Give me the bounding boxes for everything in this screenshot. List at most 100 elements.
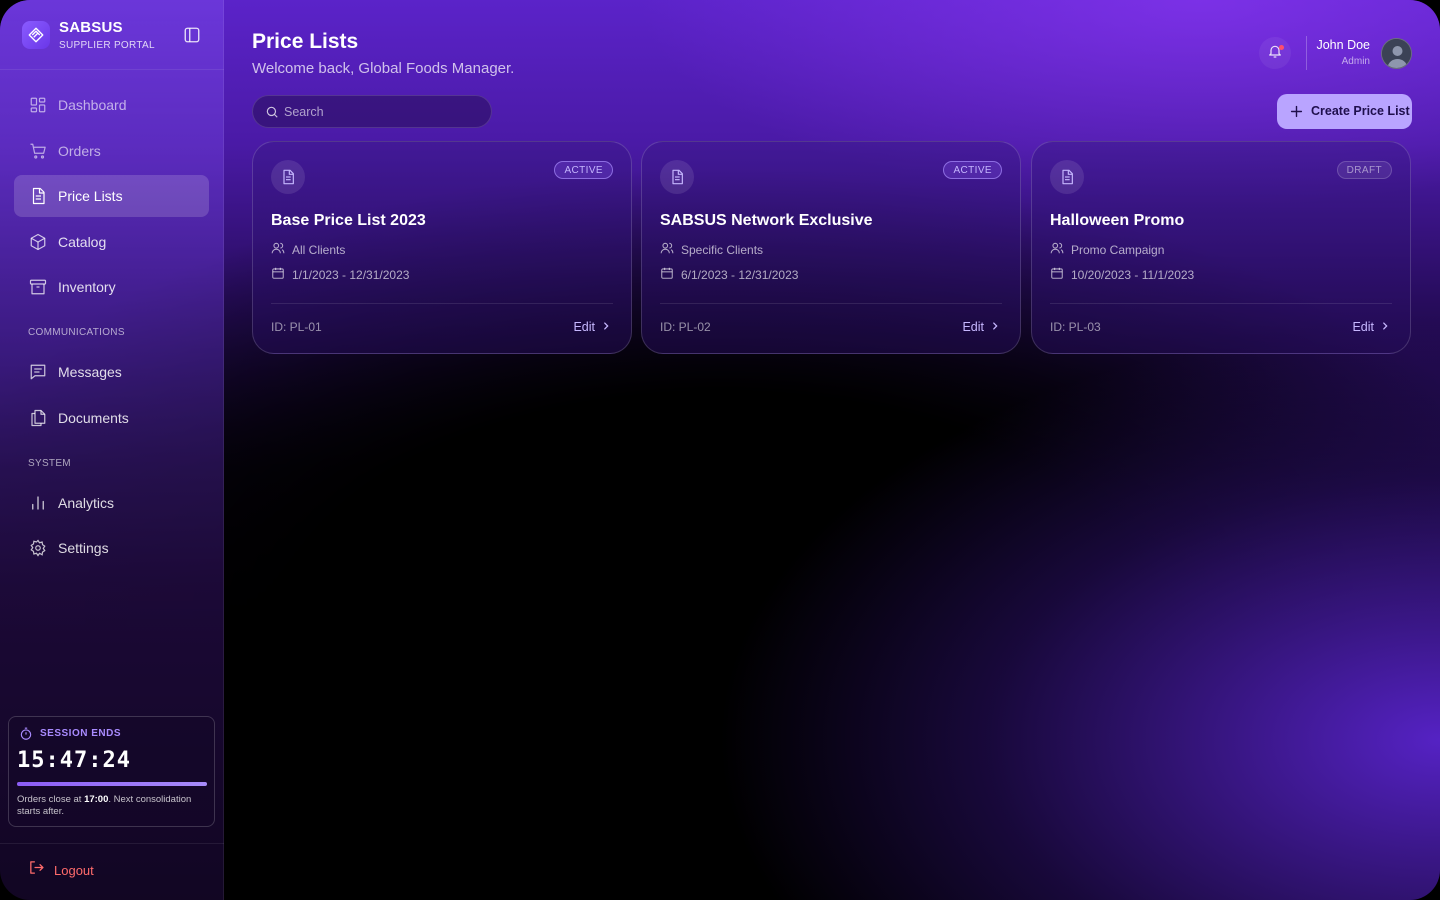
edit-label: Edit [1352,320,1374,334]
cube-icon [29,233,47,251]
card-audience-label: Specific Clients [681,243,764,257]
divider [660,303,1002,304]
edit-label: Edit [573,320,595,334]
sidebar-item-label: Catalog [58,234,107,250]
message-icon [29,363,47,381]
session-progress-bar [17,782,207,786]
session-note-prefix: Orders close at [17,794,85,805]
card-title: SABSUS Network Exclusive [660,212,873,229]
grid-icon [29,96,47,114]
sidebar-item-inventory[interactable]: Inventory [14,266,209,308]
create-price-list-button[interactable]: Create Price List [1277,94,1412,129]
user-role: Admin [1341,56,1370,67]
plus-icon [1290,105,1303,118]
archive-icon [29,278,47,296]
calendar-icon [660,266,674,285]
card-audience: Promo Campaign [1050,242,1164,258]
calendar-icon [1050,266,1064,285]
chevron-right-icon [601,318,611,336]
sidebar-item-label: Orders [58,143,101,159]
user-avatar-icon [1382,39,1411,68]
search-input[interactable] [284,96,484,127]
users-icon [660,241,674,260]
sidebar-item-label: Settings [58,540,109,556]
sidebar-item-dashboard[interactable]: Dashboard [14,84,209,126]
search-bar[interactable] [252,95,492,128]
status-badge: ACTIVE [554,161,613,179]
sidebar-item-label: Analytics [58,495,115,511]
sidebar-toggle-icon[interactable] [183,26,201,44]
divider [0,843,224,844]
session-timer-card: SESSION ENDS 15:47:24 Orders close at 17… [8,716,215,827]
document-icon [271,160,305,194]
edit-link[interactable]: Edit [1352,319,1390,335]
brand-header: SABSUS SUPPLIER PORTAL [0,0,224,70]
cart-icon [29,142,47,160]
users-icon [271,241,285,260]
user-name[interactable]: John Doe [1316,38,1370,52]
sidebar-item-documents[interactable]: Documents [14,397,209,439]
sidebar-item-settings[interactable]: Settings [14,527,209,569]
divider [1306,36,1307,70]
session-countdown: 15:47:24 [17,748,131,773]
card-id: ID: PL-02 [660,320,711,334]
avatar[interactable] [1381,38,1412,69]
card-dates: 6/1/2023 - 12/31/2023 [660,267,798,283]
card-id: ID: PL-03 [1050,320,1101,334]
app-window: SABSUS SUPPLIER PORTAL Dashboard Orders … [0,0,1440,900]
card-dates-label: 10/20/2023 - 11/1/2023 [1071,268,1195,282]
card-id: ID: PL-01 [271,320,322,334]
sidebar-item-orders[interactable]: Orders [14,130,209,172]
document-icon [29,187,47,205]
document-icon [1050,160,1084,194]
sidebar-item-catalog[interactable]: Catalog [14,221,209,263]
card-dates-label: 6/1/2023 - 12/31/2023 [681,268,799,282]
gear-icon [29,539,47,557]
page-title: Price Lists [252,30,359,53]
price-list-card[interactable]: DRAFT Halloween Promo Promo Campaign 10/… [1031,141,1411,354]
sidebar-item-label: Price Lists [58,188,123,204]
sidebar-item-messages[interactable]: Messages [14,351,209,393]
sidebar-item-label: Dashboard [58,97,127,113]
price-list-card[interactable]: ACTIVE Base Price List 2023 All Clients … [252,141,632,354]
card-audience-label: Promo Campaign [1071,243,1165,257]
bar-chart-icon [29,494,47,512]
sidebar-item-label: Inventory [58,279,116,295]
logout-button[interactable]: Logout [28,861,94,879]
status-badge: DRAFT [1336,161,1392,179]
sidebar-item-price-lists[interactable]: Price Lists [14,175,209,217]
card-dates: 1/1/2023 - 12/31/2023 [271,267,409,283]
brand-subtitle: SUPPLIER PORTAL [59,40,155,51]
chevron-right-icon [1380,318,1390,336]
card-title: Halloween Promo [1050,212,1185,229]
search-icon [265,105,279,119]
session-note: Orders close at 17:00. Next consolidatio… [17,794,207,818]
timer-icon [19,727,33,741]
users-icon [1050,241,1064,260]
sidebar: SABSUS SUPPLIER PORTAL Dashboard Orders … [0,0,224,900]
page-subtitle: Welcome back, Global Foods Manager. [252,60,515,77]
session-progress-fill [17,782,207,786]
card-audience-label: All Clients [292,243,346,257]
card-title: Base Price List 2023 [271,212,426,229]
brand-name: SABSUS [59,19,123,36]
notifications-button[interactable] [1259,37,1291,69]
card-audience: Specific Clients [660,242,763,258]
edit-link[interactable]: Edit [573,319,611,335]
sidebar-item-label: Documents [58,410,129,426]
price-list-card[interactable]: ACTIVE SABSUS Network Exclusive Specific… [641,141,1021,354]
sidebar-item-analytics[interactable]: Analytics [14,482,209,524]
files-icon [29,409,47,427]
status-badge: ACTIVE [943,161,1002,179]
sidebar-item-label: Messages [58,364,122,380]
logout-icon [28,859,45,881]
edit-link[interactable]: Edit [962,319,1000,335]
chevron-right-icon [990,318,1000,336]
session-close-time: 17:00 [84,794,109,805]
divider [271,303,613,304]
card-dates-label: 1/1/2023 - 12/31/2023 [292,268,410,282]
section-label-communications: COMMUNICATIONS [28,327,125,338]
edit-label: Edit [962,320,984,334]
divider [1050,303,1392,304]
calendar-icon [271,266,285,285]
